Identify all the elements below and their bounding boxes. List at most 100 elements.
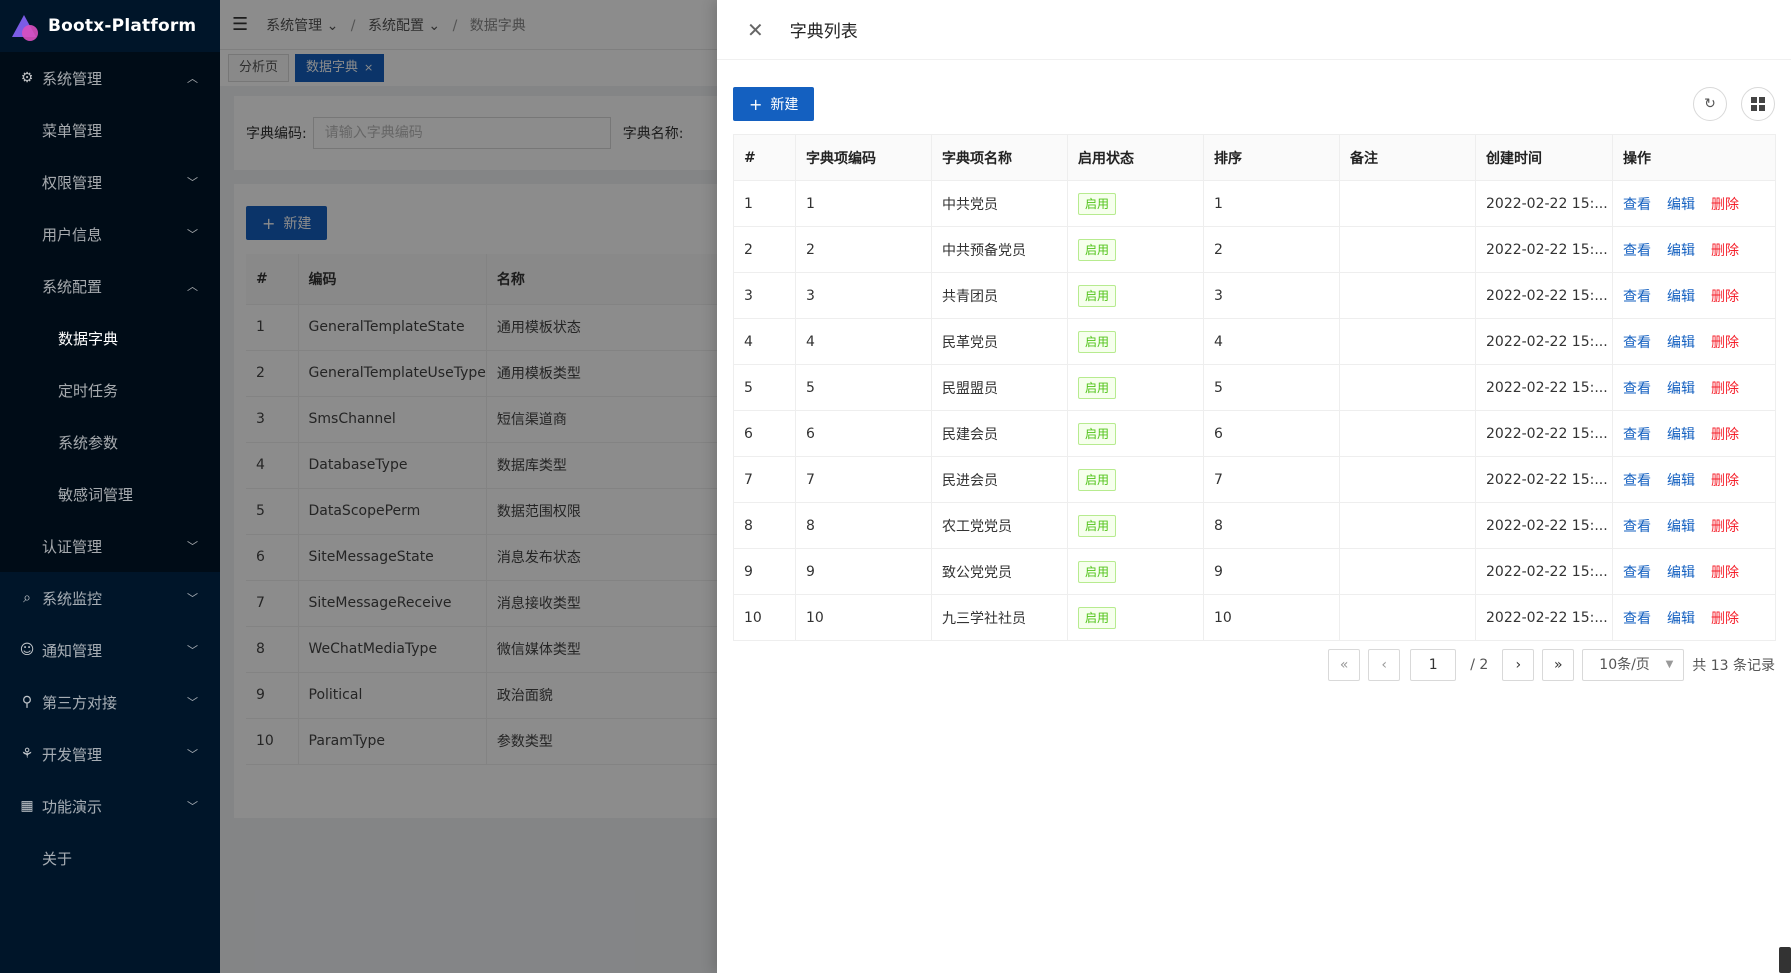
actions-cell: 查看 编辑 删除 — [1612, 364, 1776, 411]
page-number-input[interactable]: 1 — [1410, 649, 1457, 681]
refresh-button[interactable]: ↻ — [1693, 87, 1727, 121]
column-header: 备注 — [1339, 134, 1476, 181]
delete-link[interactable]: 删除 — [1711, 519, 1739, 535]
close-icon[interactable]: ✕ — [747, 18, 764, 42]
delete-link[interactable]: 删除 — [1711, 335, 1739, 351]
sidebar-item-label: 系统监控 — [42, 589, 103, 608]
edit-link[interactable]: 编辑 — [1667, 289, 1695, 305]
sidebar-item[interactable]: 用户信息 ﹀ — [0, 208, 220, 260]
sidebar-item[interactable]: ⚘ 开发管理 ﹀ — [0, 728, 220, 780]
sidebar-item[interactable]: 系统配置 ︿ — [0, 260, 220, 312]
sidebar-item-label: 系统配置 — [42, 277, 103, 296]
sidebar-item-label: 通知管理 — [42, 641, 103, 660]
page-size-select[interactable]: 10条/页 ▼ — [1582, 649, 1685, 681]
logo[interactable]: Bootx-Platform — [0, 0, 220, 52]
delete-link[interactable]: 删除 — [1711, 289, 1739, 305]
delete-link[interactable]: 删除 — [1711, 473, 1739, 489]
status-badge: 启用 — [1078, 376, 1117, 399]
edit-link[interactable]: 编辑 — [1667, 519, 1695, 535]
plus-icon: + — [749, 94, 763, 114]
view-link[interactable]: 查看 — [1623, 611, 1651, 627]
sidebar-item[interactable]: 菜单管理 — [0, 104, 220, 156]
sidebar-item[interactable]: 关于 — [0, 832, 220, 884]
view-link[interactable]: 查看 — [1623, 519, 1651, 535]
scrollbar-thumb[interactable] — [1779, 947, 1791, 973]
status-badge: 启用 — [1078, 514, 1117, 537]
table-row[interactable]: 4 4 民革党员 启用 4 2022-02-22 15:... 查看 编辑 删除 — [733, 318, 1776, 365]
sidebar-item[interactable]: 数据字典 — [0, 312, 220, 364]
view-link[interactable]: 查看 — [1623, 289, 1651, 305]
column-header: 字典项名称 — [931, 134, 1068, 181]
column-header: 排序 — [1203, 134, 1340, 181]
sidebar-item[interactable]: ☺ 通知管理 ﹀ — [0, 624, 220, 676]
status-badge: 启用 — [1078, 284, 1117, 307]
table-row[interactable]: 7 7 民进会员 启用 7 2022-02-22 15:... 查看 编辑 删除 — [733, 456, 1776, 503]
sidebar-item-label: 权限管理 — [42, 173, 103, 192]
table-cell: 2022-02-22 15:... — [1475, 548, 1613, 595]
chevron-down-icon: ﹀ — [187, 176, 198, 189]
sidebar-item[interactable]: ⚲ 第三方对接 ﹀ — [0, 676, 220, 728]
view-link[interactable]: 查看 — [1623, 473, 1651, 489]
view-link[interactable]: 查看 — [1623, 243, 1651, 259]
table-cell: 2022-02-22 15:... — [1475, 364, 1613, 411]
table-row[interactable]: 2 2 中共预备党员 启用 2 2022-02-22 15:... 查看 编辑 删除 — [733, 226, 1776, 273]
sidebar-item[interactable]: 认证管理 ﹀ — [0, 520, 220, 572]
actions-cell: 查看 编辑 删除 — [1612, 410, 1776, 457]
table-row[interactable]: 3 3 共青团员 启用 3 2022-02-22 15:... 查看 编辑 删除 — [733, 272, 1776, 319]
view-link[interactable]: 查看 — [1623, 427, 1651, 443]
chevron-down-icon: ﹀ — [187, 540, 198, 553]
table-cell: 4 — [1203, 318, 1340, 365]
delete-link[interactable]: 删除 — [1711, 565, 1739, 581]
delete-link[interactable]: 删除 — [1711, 243, 1739, 259]
prev-page-button[interactable]: ‹ — [1368, 649, 1401, 681]
view-link[interactable]: 查看 — [1623, 197, 1651, 213]
table-cell: 8 — [733, 502, 796, 549]
status-badge: 启用 — [1078, 422, 1117, 445]
edit-link[interactable]: 编辑 — [1667, 197, 1695, 213]
first-page-button[interactable]: « — [1328, 649, 1361, 681]
table-row[interactable]: 10 10 九三学社社员 启用 10 2022-02-22 15:... 查看 编辑 删除 — [733, 594, 1776, 641]
view-link[interactable]: 查看 — [1623, 381, 1651, 397]
sidebar-item[interactable]: 权限管理 ﹀ — [0, 156, 220, 208]
edit-link[interactable]: 编辑 — [1667, 473, 1695, 489]
delete-link[interactable]: 删除 — [1711, 611, 1739, 627]
table-cell: 2022-02-22 15:... — [1475, 594, 1613, 641]
sidebar-item[interactable]: 系统参数 — [0, 416, 220, 468]
next-page-button[interactable]: › — [1502, 649, 1535, 681]
sidebar-item[interactable]: ▦ 功能演示 ﹀ — [0, 780, 220, 832]
table-row[interactable]: 1 1 中共党员 启用 1 2022-02-22 15:... 查看 编辑 删除 — [733, 180, 1776, 227]
table-row[interactable]: 9 9 致公党党员 启用 9 2022-02-22 15:... 查看 编辑 删除 — [733, 548, 1776, 595]
sidebar-item[interactable]: 敏感词管理 — [0, 468, 220, 520]
edit-link[interactable]: 编辑 — [1667, 611, 1695, 627]
delete-link[interactable]: 删除 — [1711, 381, 1739, 397]
new-item-button[interactable]: + 新建 — [733, 87, 815, 121]
gear-icon: ⚙ — [20, 70, 34, 86]
actions-cell: 查看 编辑 删除 — [1612, 456, 1776, 503]
view-link[interactable]: 查看 — [1623, 335, 1651, 351]
table-row[interactable]: 8 8 农工党党员 启用 8 2022-02-22 15:... 查看 编辑 删除 — [733, 502, 1776, 549]
table-row[interactable]: 6 6 民建会员 启用 6 2022-02-22 15:... 查看 编辑 删除 — [733, 410, 1776, 457]
sidebar-item[interactable]: 定时任务 — [0, 364, 220, 416]
last-page-button[interactable]: » — [1542, 649, 1575, 681]
delete-link[interactable]: 删除 — [1711, 197, 1739, 213]
edit-link[interactable]: 编辑 — [1667, 565, 1695, 581]
sidebar-item[interactable]: ⌕ 系统监控 ﹀ — [0, 572, 220, 624]
edit-link[interactable]: 编辑 — [1667, 427, 1695, 443]
edit-link[interactable]: 编辑 — [1667, 243, 1695, 259]
column-settings-button[interactable] — [1741, 87, 1775, 121]
edit-link[interactable]: 编辑 — [1667, 381, 1695, 397]
status-cell: 启用 — [1067, 502, 1204, 549]
edit-link[interactable]: 编辑 — [1667, 335, 1695, 351]
delete-link[interactable]: 删除 — [1711, 427, 1739, 443]
table-cell: 7 — [733, 456, 796, 503]
column-header: 操作 — [1612, 134, 1776, 181]
table-row[interactable]: 5 5 民盟盟员 启用 5 2022-02-22 15:... 查看 编辑 删除 — [733, 364, 1776, 411]
view-link[interactable]: 查看 — [1623, 565, 1651, 581]
sidebar-item[interactable]: ⚙ 系统管理 ︿ — [0, 52, 220, 104]
actions-cell: 查看 编辑 删除 — [1612, 318, 1776, 365]
table-cell: 8 — [795, 502, 932, 549]
sidebar-menu: ⚙ 系统管理 ︿ 菜单管理权限管理 ﹀ 用户信息 ﹀ 系统配置 ︿ 数据字典 定时任务 系统参数 敏感词… — [0, 52, 220, 884]
double-chevron-left-icon: « — [1339, 657, 1349, 673]
table-cell: 2022-02-22 15:... — [1475, 318, 1613, 365]
table-cell: 九三学社社员 — [931, 594, 1068, 641]
